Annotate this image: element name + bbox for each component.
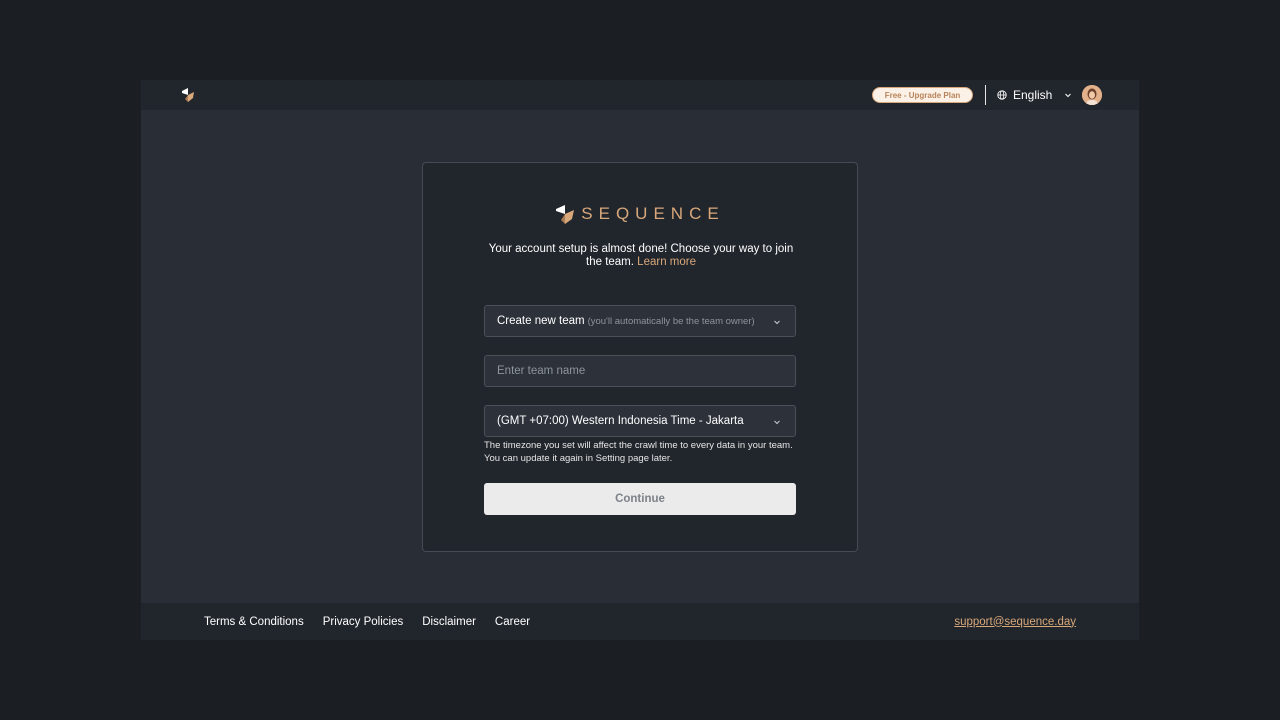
topbar-divider (985, 85, 986, 105)
footer-link-disclaimer[interactable]: Disclaimer (422, 616, 476, 628)
upgrade-plan-button[interactable]: Free - Upgrade Plan (872, 87, 973, 103)
footer: Terms & Conditions Privacy Policies Disc… (141, 603, 1139, 640)
avatar-image (1082, 85, 1102, 105)
team-name-input[interactable] (497, 365, 783, 377)
timezone-help-text: The timezone you set will affect the cra… (484, 440, 793, 464)
chevron-down-icon (774, 420, 780, 425)
team-mode-select[interactable]: Create new team (you'll automatically be… (484, 305, 796, 337)
sequence-logo-icon (556, 205, 575, 224)
brand-wordmark: SEQUENCE (581, 204, 725, 223)
top-bar: Free - Upgrade Plan English (141, 80, 1139, 110)
support-email-link[interactable]: support@sequence.day (954, 603, 1076, 640)
chevron-down-icon (774, 320, 780, 325)
footer-link-privacy[interactable]: Privacy Policies (323, 616, 404, 628)
setup-intro-text: Your account setup is almost done! Choos… (481, 243, 801, 269)
footer-links: Terms & Conditions Privacy Policies Disc… (204, 603, 549, 640)
footer-link-career[interactable]: Career (495, 616, 530, 628)
join-team-card: SEQUENCE Your account setup is almost do… (422, 162, 858, 552)
brand-logo: SEQUENCE (423, 203, 857, 225)
globe-icon (997, 90, 1007, 100)
learn-more-link[interactable]: Learn more (637, 256, 696, 268)
team-mode-hint: (you'll automatically be the team owner) (587, 315, 755, 327)
chevron-down-icon (1065, 93, 1072, 98)
team-mode-value: Create new team (497, 315, 585, 327)
footer-link-terms[interactable]: Terms & Conditions (204, 616, 304, 628)
timezone-value: (GMT +07:00) Western Indonesia Time - Ja… (497, 415, 744, 427)
app-window: Free - Upgrade Plan English SEQUENCE You… (141, 80, 1139, 640)
user-avatar[interactable] (1082, 85, 1102, 105)
language-label: English (1013, 88, 1053, 102)
sequence-logo-icon[interactable] (181, 87, 195, 103)
team-name-field[interactable] (484, 355, 796, 387)
language-select[interactable]: English (997, 85, 1072, 105)
continue-button[interactable]: Continue (484, 483, 796, 515)
timezone-select[interactable]: (GMT +07:00) Western Indonesia Time - Ja… (484, 405, 796, 437)
